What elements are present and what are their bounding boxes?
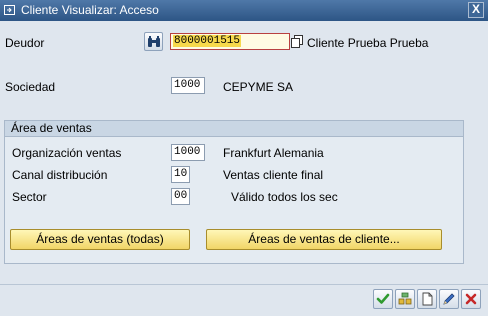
all-sales-areas-button[interactable]: Áreas de ventas (todas) [10,229,190,250]
window-title: Cliente Visualizar: Acceso [21,3,159,17]
client-sales-areas-button[interactable]: Áreas de ventas de cliente... [206,229,442,250]
edit-button[interactable] [439,289,459,309]
sociedad-description: CEPYME SA [223,80,294,94]
binoculars-icon [148,36,160,47]
cancel-icon [465,293,477,305]
copy-icon[interactable] [291,35,303,48]
multi-select-icon [398,292,412,305]
canal-label: Canal distribución [12,168,108,182]
close-button[interactable]: X [468,2,484,18]
cancel-button[interactable] [461,289,481,309]
deudor-description: Cliente Prueba Prueba [307,36,429,50]
canal-description: Ventas cliente final [223,168,324,182]
deudor-value: 8000001515 [173,35,242,47]
sector-description: Válido todos los sec [231,190,338,204]
org-description: Frankfurt Alemania [223,146,324,160]
sector-input[interactable]: 00 [171,188,190,205]
multi-select-button[interactable] [395,289,415,309]
window-icon [4,5,15,15]
footer-divider [0,284,488,285]
deudor-label: Deudor [5,36,45,50]
confirm-button[interactable] [373,289,393,309]
check-icon [376,293,390,304]
org-label: Organización ventas [12,146,122,160]
org-input[interactable]: 1000 [171,144,205,161]
canal-input[interactable]: 10 [171,166,190,183]
dialog-window: Cliente Visualizar: Acceso X Deudor 8000… [0,0,488,316]
sector-label: Sector [12,190,47,204]
title-bar: Cliente Visualizar: Acceso X [0,0,488,21]
deudor-input[interactable]: 8000001515 [170,33,290,50]
sociedad-label: Sociedad [5,80,56,94]
search-help-button[interactable] [144,32,163,51]
edit-pencil-icon [443,293,455,305]
new-document-button[interactable] [417,289,437,309]
new-document-icon [422,292,433,306]
sociedad-input[interactable]: 1000 [171,77,205,94]
sales-area-title: Área de ventas [5,121,463,137]
